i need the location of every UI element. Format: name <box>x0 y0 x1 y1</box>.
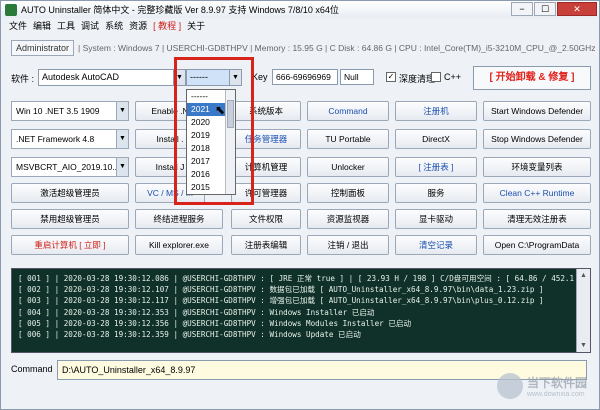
disable-admin-button[interactable]: 禁用超级管理员 <box>11 209 129 229</box>
key-label: Key <box>252 72 268 82</box>
log-line: [ 003 ] | 2020-03-28 19:30:12.117 | @USE… <box>18 296 544 306</box>
software-label: 软件 : <box>11 74 35 84</box>
log-line: [ 004 ] | 2020-03-28 19:30:12.353 | @USE… <box>18 307 375 317</box>
kill-process-service-button[interactable]: 终结进程服务 <box>135 209 223 229</box>
clean-invalid-registry-button[interactable]: 清理无效注册表 <box>483 209 591 229</box>
stop-defender-button[interactable]: Stop Windows Defender <box>483 129 591 149</box>
log-line: [ 001 ] | 2020-03-28 19:30:12.086 | @USE… <box>18 274 574 283</box>
start-uninstall-button[interactable]: [ 开始卸载 & 修复 ] <box>473 66 591 90</box>
menu-bar: 文件 编辑 工具 调试 系统 资源 [ 教程 ] 关于 <box>1 18 599 32</box>
minimize-button[interactable]: − <box>511 2 533 16</box>
tu-portable-button[interactable]: TU Portable <box>307 129 389 149</box>
command-button[interactable]: Command <box>307 101 389 121</box>
menu-resources[interactable]: 资源 <box>129 19 147 32</box>
cpp-label: C++ <box>444 72 462 82</box>
log-line: [ 002 ] | 2020-03-28 19:30:12.107 | @USE… <box>18 285 544 295</box>
watermark-title: 当下软件园 <box>526 376 587 390</box>
kill-explorer-button[interactable]: Kill explorer.exe <box>135 235 223 255</box>
vbcrt-select-value: MSVBCRT_AIO_2019.10.... <box>16 162 122 172</box>
dropdown-scrollbar[interactable] <box>225 90 235 194</box>
version-dropdown-list[interactable]: ------ 2021 2020 2019 2018 2017 2016 201… <box>186 89 236 195</box>
system-info-bar: Administrator | System : Windows 7 | USE… <box>11 39 596 56</box>
close-button[interactable]: ✕ <box>557 2 597 16</box>
menu-system[interactable]: 系统 <box>105 19 123 32</box>
software-select[interactable]: Autodesk AutoCAD ▼ <box>38 69 186 86</box>
scroll-up-icon[interactable]: ▲ <box>577 269 590 282</box>
clean-cpp-runtime-button[interactable]: Clean C++ Runtime <box>483 183 591 203</box>
deep-clean-label: 深度清理 <box>399 74 436 84</box>
registry-editor-button[interactable]: 注册表编辑 <box>231 235 301 255</box>
chevron-down-icon: ▼ <box>116 102 128 120</box>
activate-admin-button[interactable]: 激活超级管理员 <box>11 183 129 203</box>
mouse-cursor-icon: ⬉ <box>215 103 226 117</box>
log-scrollbar[interactable]: ▲ ▼ <box>576 269 590 352</box>
command-label: Command <box>11 364 53 374</box>
scroll-thumb[interactable] <box>227 100 234 128</box>
restart-computer-button[interactable]: 重启计算机 [ 立即 ] <box>11 235 129 255</box>
resource-monitor-button[interactable]: 资源监视器 <box>307 209 389 229</box>
main-window: AUTO Uninstaller 简体中文 - 完整珍藏版 Ver 8.9.97… <box>0 0 600 410</box>
log-line: [ 005 ] | 2020-03-28 19:30:12.356 | @USE… <box>18 318 412 328</box>
chevron-down-icon: ▼ <box>116 158 128 176</box>
registry-button[interactable]: [ 注册表 ] <box>395 157 477 177</box>
cpp-checkbox[interactable] <box>431 72 441 82</box>
open-programdata-button[interactable]: Open C:\ProgramData <box>483 235 591 255</box>
watermark-logo-icon <box>496 373 523 399</box>
log-line: [ 006 ] | 2020-03-28 19:30:12.359 | @USE… <box>18 330 361 340</box>
dotnet35-select[interactable]: Win 10 .NET 3.5 1909 ▼ <box>11 101 129 121</box>
menu-debug[interactable]: 调试 <box>81 19 99 32</box>
chevron-down-icon: ▼ <box>116 130 128 148</box>
maximize-button[interactable]: ☐ <box>534 2 556 16</box>
admin-button[interactable]: Administrator <box>11 39 75 56</box>
graphics-driver-button[interactable]: 显卡驱动 <box>395 209 477 229</box>
keygen-button[interactable]: 注册机 <box>395 101 477 121</box>
watermark: 当下软件园 www.downxia.com <box>496 373 587 399</box>
title-bar: AUTO Uninstaller 简体中文 - 完整珍藏版 Ver 8.9.97… <box>1 1 599 18</box>
logout-exit-button[interactable]: 注销 / 退出 <box>307 235 389 255</box>
directx-button[interactable]: DirectX <box>395 129 477 149</box>
log-lines: [ 001 ] | 2020-03-28 19:30:12.086 | @USE… <box>18 273 574 340</box>
software-row: 软件 : Autodesk AutoCAD ▼ ------ ▼ Key 666… <box>11 66 591 91</box>
environment-variables-button[interactable]: 环境变量列表 <box>483 157 591 177</box>
services-button[interactable]: 服务 <box>395 183 477 203</box>
scroll-down-icon[interactable]: ▼ <box>577 339 590 352</box>
window-controls: − ☐ ✕ <box>511 2 597 16</box>
menu-tools[interactable]: 工具 <box>57 19 75 32</box>
window-title: AUTO Uninstaller 简体中文 - 完整珍藏版 Ver 8.9.97… <box>21 5 339 15</box>
file-permissions-button[interactable]: 文件权限 <box>231 209 301 229</box>
dotnet35-select-value: Win 10 .NET 3.5 1909 <box>16 106 100 116</box>
menu-tutorial[interactable]: [ 教程 ] <box>153 19 181 32</box>
start-defender-button[interactable]: Start Windows Defender <box>483 101 591 121</box>
watermark-url: www.downxia.com <box>526 391 585 398</box>
deep-clean-checkbox[interactable]: ✓ <box>386 72 396 82</box>
menu-edit[interactable]: 编辑 <box>33 19 51 32</box>
control-panel-button[interactable]: 控制面板 <box>307 183 389 203</box>
null-input[interactable]: Null <box>340 69 374 85</box>
key-input[interactable]: 666-69696969 <box>272 69 338 85</box>
log-console[interactable]: [ 001 ] | 2020-03-28 19:30:12.086 | @USE… <box>11 268 591 353</box>
dotnet48-select-value: .NET Framework 4.8 <box>16 134 95 144</box>
vbcrt-select[interactable]: MSVBCRT_AIO_2019.10.... ▼ <box>11 157 129 177</box>
app-icon <box>5 3 17 16</box>
dotnet48-select[interactable]: .NET Framework 4.8 ▼ <box>11 129 129 149</box>
clear-log-button[interactable]: 清空记录 <box>395 235 477 255</box>
menu-about[interactable]: 关于 <box>187 19 205 32</box>
unlocker-button[interactable]: Unlocker <box>307 157 389 177</box>
system-info-text: | System : Windows 7 | USERCHI-GD8THPV |… <box>78 42 596 53</box>
software-select-value: Autodesk AutoCAD <box>42 72 120 82</box>
menu-file[interactable]: 文件 <box>9 19 27 32</box>
